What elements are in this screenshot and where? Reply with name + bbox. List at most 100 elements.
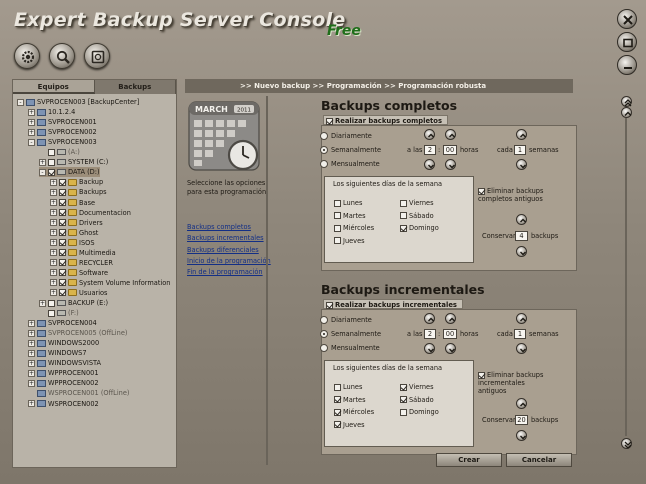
full-radio-monthly[interactable]: Mensualmente [320, 159, 380, 169]
tree-checkbox[interactable] [48, 158, 55, 166]
expand-toggle[interactable]: + [28, 339, 35, 347]
full-minute-input[interactable]: 00 [443, 145, 457, 155]
radio-button[interactable] [320, 160, 328, 168]
tree-checkbox[interactable] [48, 148, 55, 156]
tree-node[interactable]: + SVPROCEN001 [28, 117, 97, 127]
tree-node[interactable]: + Software [50, 268, 108, 278]
tree-checkbox[interactable] [48, 309, 55, 317]
close-button[interactable] [617, 9, 637, 29]
incr-hour-down[interactable] [424, 343, 435, 354]
full-day-checkbox[interactable]: Jueves [334, 236, 365, 246]
incr-every-up[interactable] [516, 313, 527, 324]
full-day-checkbox[interactable]: Domingo [400, 223, 439, 233]
tree-node[interactable]: + Multimedia [50, 248, 116, 258]
tree-node[interactable]: + Drivers [50, 218, 103, 228]
radio-button[interactable] [320, 330, 328, 338]
checkbox[interactable] [326, 117, 333, 125]
incr-day-checkbox[interactable]: Sábado [400, 395, 434, 405]
full-minute-down[interactable] [445, 159, 456, 170]
tree-checkbox[interactable] [48, 168, 55, 176]
full-keep-input[interactable]: 4 [515, 231, 528, 241]
tree-checkbox[interactable] [59, 239, 66, 247]
expand-toggle[interactable]: + [28, 349, 35, 357]
tree-checkbox[interactable] [59, 188, 66, 196]
incr-every-down[interactable] [516, 343, 527, 354]
expand-toggle[interactable]: + [28, 369, 35, 377]
radio-button[interactable] [320, 316, 328, 324]
scroll-down-button[interactable] [621, 438, 632, 449]
incr-enable-checkbox[interactable]: Realizar backups incrementales [323, 299, 463, 309]
expand-toggle[interactable]: + [50, 249, 57, 257]
full-keep-down[interactable] [516, 246, 527, 257]
expand-toggle[interactable]: + [50, 279, 57, 287]
checkbox[interactable] [478, 188, 485, 195]
checkbox[interactable] [334, 383, 341, 391]
full-enable-checkbox[interactable]: Realizar backups completos [323, 115, 449, 125]
scroll-top-button[interactable] [621, 96, 632, 107]
tree-checkbox[interactable] [59, 229, 66, 237]
expand-toggle[interactable]: + [39, 299, 46, 307]
expand-toggle[interactable]: + [28, 379, 35, 387]
checkbox[interactable] [334, 237, 341, 244]
incr-day-checkbox[interactable]: Domingo [400, 407, 439, 417]
incr-radio-daily[interactable]: Diariamente [320, 315, 372, 325]
tree-node[interactable]: + Backups [50, 187, 107, 197]
tree-node[interactable]: + RECYCLER [50, 258, 113, 268]
tree-node[interactable]: + WINDOWS2000 [28, 338, 99, 348]
expand-toggle[interactable]: + [50, 229, 57, 237]
tree-node[interactable]: + WINDOWSVISTA [28, 358, 101, 368]
expand-toggle[interactable]: + [39, 158, 46, 166]
tree-checkbox[interactable] [59, 199, 66, 206]
tree-node[interactable]: + WSPROCEN002 [28, 399, 99, 409]
expand-toggle[interactable]: + [28, 108, 35, 116]
tree-node[interactable]: + SVPROCEN004 [28, 318, 97, 328]
search-button[interactable] [49, 43, 75, 69]
expand-toggle[interactable]: + [50, 199, 57, 206]
expand-toggle[interactable]: + [28, 128, 35, 136]
checkbox[interactable] [334, 421, 341, 428]
tree-node[interactable]: + SVPROCEN002 [28, 127, 97, 137]
tree-node[interactable]: + WPPROCEN001 [28, 368, 99, 378]
expand-toggle[interactable]: + [50, 239, 57, 247]
link-backups-incrementales[interactable]: Backups incrementales [187, 234, 264, 242]
full-day-checkbox[interactable]: Lunes [334, 198, 362, 208]
incr-keep-down[interactable] [516, 430, 527, 441]
tree-node[interactable]: (A:) [39, 147, 80, 157]
checkbox[interactable] [334, 199, 341, 207]
incr-minute-down[interactable] [445, 343, 456, 354]
tree-node[interactable]: + ISOS [50, 238, 95, 248]
incr-day-checkbox[interactable]: Martes [334, 395, 366, 405]
expand-toggle[interactable]: + [28, 329, 35, 337]
tree-checkbox[interactable] [59, 178, 66, 186]
full-every-up[interactable] [516, 129, 527, 140]
expand-toggle[interactable]: - [28, 138, 35, 146]
tab-equipos[interactable]: Equipos [13, 80, 95, 94]
tree-node[interactable]: + System Volume Information [50, 278, 170, 288]
incr-hour-up[interactable] [424, 313, 435, 324]
tree-node[interactable]: - DATA (D:) [39, 167, 100, 178]
tree-checkbox[interactable] [59, 249, 66, 257]
expand-toggle[interactable]: + [50, 289, 57, 297]
link-fin-programacion[interactable]: Fin de la programación [187, 268, 263, 276]
cancel-button[interactable]: Cancelar [506, 453, 572, 467]
tree-node[interactable]: + Usuarios [50, 288, 108, 298]
full-hour-input[interactable]: 2 [424, 145, 436, 155]
incr-day-checkbox[interactable]: Lunes [334, 382, 362, 392]
incr-hour-input[interactable]: 2 [424, 329, 436, 339]
incr-minute-up[interactable] [445, 313, 456, 324]
incr-every-input[interactable]: 1 [514, 329, 526, 339]
expand-toggle[interactable]: + [50, 269, 57, 277]
full-every-input[interactable]: 1 [514, 145, 526, 155]
incr-delete-old-checkbox[interactable]: Eliminar backups incrementales antiguos [478, 371, 550, 395]
tree-node[interactable]: + WPPROCEN002 [28, 378, 99, 388]
checkbox[interactable] [400, 212, 407, 219]
tree-node[interactable]: + BACKUP (E:) [39, 298, 108, 308]
tree-node[interactable]: - SVPROCEN003 [BackupCenter] [17, 97, 139, 107]
full-day-checkbox[interactable]: Viernes [400, 198, 434, 208]
incr-day-checkbox[interactable]: Miércoles [334, 407, 374, 417]
backup-button[interactable] [84, 43, 110, 69]
full-keep-up[interactable] [516, 214, 527, 225]
full-every-down[interactable] [516, 159, 527, 170]
full-hour-down[interactable] [424, 159, 435, 170]
expand-toggle[interactable]: + [50, 219, 57, 227]
